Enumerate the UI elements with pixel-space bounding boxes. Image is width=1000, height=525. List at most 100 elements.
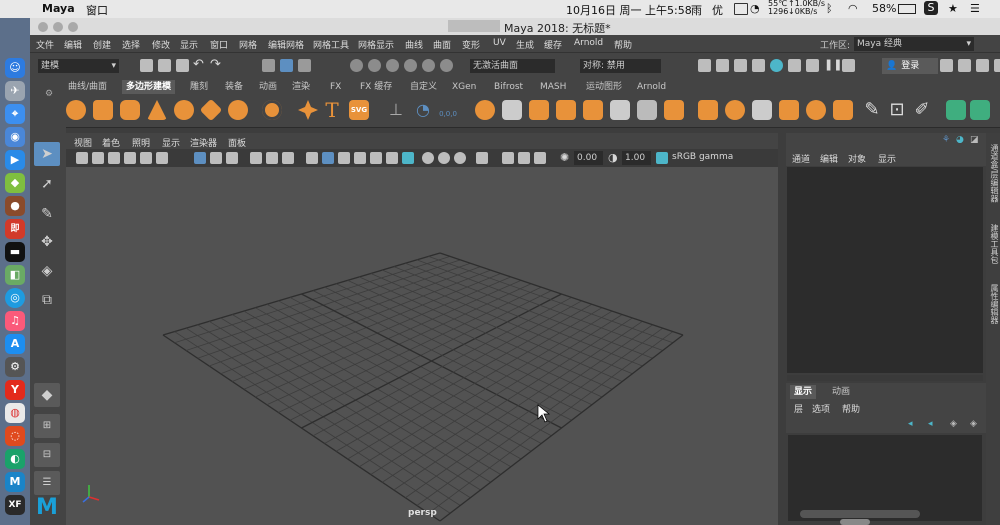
grease-pencil-icon[interactable]: [156, 152, 168, 164]
poly-disc-icon[interactable]: [228, 100, 248, 120]
shelf-tab-0[interactable]: 曲线/曲面: [64, 80, 111, 94]
bevel-edge-icon[interactable]: [664, 100, 684, 120]
separate-icon[interactable]: [502, 100, 522, 120]
ime-indicator[interactable]: 优: [712, 2, 723, 18]
save-scene-icon[interactable]: [176, 59, 189, 72]
menu-item-17[interactable]: Arnold: [574, 38, 603, 48]
settings-icon[interactable]: ⚙: [5, 357, 25, 377]
safari-icon[interactable]: ⌖: [5, 104, 25, 124]
xray-components-icon[interactable]: [534, 152, 546, 164]
sweep-icon[interactable]: ⊥: [386, 100, 406, 120]
camera-attributes-icon[interactable]: [92, 152, 104, 164]
super-shape-icon[interactable]: [298, 100, 318, 120]
poly-cube-icon[interactable]: [93, 100, 113, 120]
close-window-button[interactable]: [38, 22, 48, 32]
insert-loop-icon[interactable]: ⊡: [887, 100, 907, 120]
layer-menu-item-2[interactable]: 帮助: [842, 402, 860, 415]
paint-select-icon[interactable]: ✎: [34, 202, 60, 226]
exposure-field[interactable]: 0.00: [574, 151, 603, 165]
scale-tool-icon[interactable]: ⧉: [34, 288, 60, 312]
viewport-3d[interactable]: persp: [66, 167, 778, 525]
datetime[interactable]: 10月16日 周一 上午5:58: [566, 2, 692, 18]
menu-item-11[interactable]: 曲线: [405, 38, 423, 51]
app-round-icon[interactable]: ●: [5, 196, 25, 216]
channel-icon-2[interactable]: ◕: [956, 135, 964, 145]
appstore-icon[interactable]: A: [5, 334, 25, 354]
gate-mask-icon[interactable]: [250, 152, 262, 164]
qq-icon[interactable]: ◎: [5, 288, 25, 308]
select-tool-icon[interactable]: ➤: [34, 142, 60, 166]
select-object-icon[interactable]: [280, 59, 293, 72]
menu-item-1[interactable]: 编辑: [64, 38, 82, 51]
grid-toggle-icon[interactable]: [194, 152, 206, 164]
shadows-icon[interactable]: [386, 152, 398, 164]
menu-item-14[interactable]: UV: [493, 38, 506, 48]
shelf-tab-2[interactable]: 雕刻: [186, 80, 212, 94]
channel-menu-item-1[interactable]: 编辑: [820, 152, 838, 165]
single-view-icon[interactable]: ◆: [34, 383, 60, 407]
poly-cone-icon[interactable]: [147, 100, 167, 120]
shelf-tab-1[interactable]: 多边形建模: [122, 80, 176, 94]
text-tool-icon[interactable]: T: [322, 100, 342, 120]
offset-loop-icon[interactable]: ✐: [912, 100, 932, 120]
menu-item-16[interactable]: 缓存: [544, 38, 562, 51]
layer-tab-1[interactable]: 动画: [828, 385, 854, 399]
move-tool-icon[interactable]: ✥: [34, 230, 60, 254]
layer-menu-item-1[interactable]: 选项: [812, 402, 830, 415]
new-scene-icon[interactable]: [140, 59, 153, 72]
viewport-menu-item-2[interactable]: 照明: [132, 136, 150, 149]
wireframe-on-shaded-icon[interactable]: [338, 152, 350, 164]
mirror-icon[interactable]: [725, 100, 745, 120]
bridge-icon[interactable]: [610, 100, 630, 120]
app-red-icon[interactable]: 即: [5, 219, 25, 239]
android-icon[interactable]: ◆: [5, 173, 25, 193]
launchpad-icon[interactable]: ✈: [5, 81, 25, 101]
image-plane-icon[interactable]: [124, 152, 136, 164]
maya-dock-icon[interactable]: M: [5, 472, 25, 492]
music-icon[interactable]: ♫: [5, 311, 25, 331]
select-camera-icon[interactable]: [76, 152, 88, 164]
menu-item-0[interactable]: 文件: [36, 38, 54, 51]
viewport-menu-item-1[interactable]: 着色: [102, 136, 120, 149]
lights-icon[interactable]: [370, 152, 382, 164]
menu-item-12[interactable]: 曲面: [433, 38, 451, 51]
snap-surface-icon[interactable]: [422, 59, 435, 72]
shelf-menu-icon[interactable]: ⚙: [45, 89, 53, 99]
color-management-icon[interactable]: [656, 152, 668, 164]
isolate-icon[interactable]: [402, 152, 414, 164]
multi-cut-icon[interactable]: [833, 100, 853, 120]
snap-view-icon[interactable]: [404, 59, 417, 72]
bevel-icon[interactable]: [637, 100, 657, 120]
tool-settings-icon[interactable]: [976, 59, 989, 72]
new-layer-icon[interactable]: ◈: [950, 419, 957, 429]
svg-tool-icon[interactable]: SVG: [349, 100, 369, 120]
app-s-icon[interactable]: S: [924, 1, 938, 15]
channel-menu-item-2[interactable]: 对象: [848, 152, 866, 165]
resolution-gate-icon[interactable]: [226, 152, 238, 164]
attribute-editor-icon[interactable]: [958, 59, 971, 72]
menu-item-10[interactable]: 网格显示: [358, 38, 394, 51]
menu-item-9[interactable]: 网格工具: [313, 38, 349, 51]
boolean-icon[interactable]: [556, 100, 576, 120]
xray-icon[interactable]: [502, 152, 514, 164]
weather[interactable]: 雨: [691, 2, 702, 18]
layer-menu-item-0[interactable]: 层: [794, 402, 803, 415]
panel-resize-handle[interactable]: [840, 519, 870, 525]
textured-icon[interactable]: [354, 152, 366, 164]
channel-icon-1[interactable]: ⚘: [942, 135, 950, 145]
open-scene-icon[interactable]: [158, 59, 171, 72]
smooth-icon[interactable]: [529, 100, 549, 120]
two-view-icon[interactable]: ⊟: [34, 443, 60, 467]
xray-joints-icon[interactable]: [518, 152, 530, 164]
pencil-icon[interactable]: ✎: [862, 100, 882, 120]
new-layer-selected-icon[interactable]: ◈: [970, 419, 977, 429]
type-icon[interactable]: ◔: [413, 100, 433, 120]
ipr-render-icon[interactable]: [734, 59, 747, 72]
channel-icon-3[interactable]: ◪: [970, 135, 979, 145]
yandex-icon[interactable]: Y: [5, 380, 25, 400]
menu-item-4[interactable]: 修改: [152, 38, 170, 51]
outliner-view-icon[interactable]: ☰: [34, 471, 60, 495]
shelf-tab-6[interactable]: FX: [326, 80, 345, 94]
lasso-tool-icon[interactable]: ➚: [34, 172, 60, 196]
panel-divider[interactable]: [787, 375, 983, 381]
